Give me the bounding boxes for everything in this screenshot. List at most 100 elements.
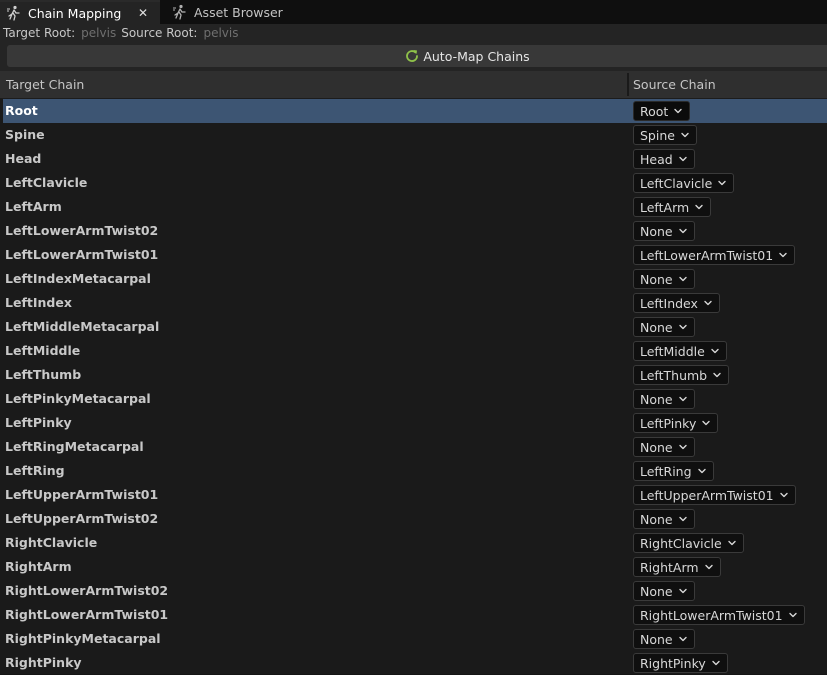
source-chain-dropdown[interactable]: LeftMiddle (633, 341, 727, 361)
source-chain-dropdown[interactable]: None (633, 509, 695, 529)
tab-asset-browser[interactable]: Asset Browser (166, 0, 306, 24)
tab-asset-browser-label: Asset Browser (194, 4, 283, 20)
table-row[interactable]: RightClavicle RightClavicle (3, 531, 827, 555)
table-row[interactable]: Root Root (3, 99, 827, 123)
target-chain-name: RightPinkyMetacarpal (5, 631, 161, 646)
source-chain-value: None (640, 439, 673, 455)
target-root-label: Target Root: (3, 26, 76, 40)
table-row[interactable]: LeftRing LeftRing (3, 459, 827, 483)
target-chain-name: LeftLowerArmTwist01 (5, 247, 159, 262)
target-chain-name: Root (5, 103, 38, 118)
source-chain-value: None (640, 223, 673, 239)
source-chain-dropdown[interactable]: RightClavicle (633, 533, 744, 553)
table-row[interactable]: LeftClavicle LeftClavicle (3, 171, 827, 195)
table-row[interactable]: LeftLowerArmTwist01 LeftLowerArmTwist01 (3, 243, 827, 267)
chevron-down-icon (704, 564, 713, 570)
source-chain-dropdown[interactable]: LeftClavicle (633, 173, 735, 193)
table-row[interactable]: LeftLowerArmTwist02 None (3, 219, 827, 243)
source-chain-value: RightPinky (640, 655, 706, 671)
table-row[interactable]: LeftRingMetacarpal None (3, 435, 827, 459)
table-row[interactable]: LeftIndexMetacarpal None (3, 267, 827, 291)
chevron-down-icon (678, 588, 687, 594)
auto-map-chains-label: Auto-Map Chains (423, 48, 530, 64)
target-chain-name: LeftLowerArmTwist02 (5, 223, 159, 238)
target-chain-name: LeftThumb (5, 367, 82, 382)
source-chain-dropdown[interactable]: None (633, 317, 695, 337)
tab-chain-mapping[interactable]: Chain Mapping ✕ (0, 0, 160, 24)
target-chain-column-header[interactable]: Target Chain (6, 77, 84, 92)
table-row[interactable]: RightArm RightArm (3, 555, 827, 579)
source-chain-dropdown[interactable]: None (633, 389, 695, 409)
source-chain-value: LeftThumb (640, 367, 708, 383)
source-chain-value: None (640, 631, 673, 647)
target-chain-name: LeftRing (5, 463, 65, 478)
target-chain-name: RightArm (5, 559, 72, 574)
source-chain-value: None (640, 319, 673, 335)
source-chain-dropdown[interactable]: Spine (633, 125, 697, 145)
target-chain-name: LeftClavicle (5, 175, 88, 190)
table-row[interactable]: LeftMiddleMetacarpal None (3, 315, 827, 339)
target-chain-name: LeftMiddleMetacarpal (5, 319, 160, 334)
target-chain-name: RightLowerArmTwist01 (5, 607, 169, 622)
source-chain-dropdown[interactable]: LeftPinky (633, 413, 719, 433)
root-info-bar: Target Root: pelvis Source Root: pelvis (0, 24, 827, 42)
table-row[interactable]: LeftArm LeftArm (3, 195, 827, 219)
source-chain-dropdown[interactable]: LeftIndex (633, 293, 720, 313)
target-chain-name: LeftUpperArmTwist01 (5, 487, 159, 502)
table-row[interactable]: LeftUpperArmTwist01 LeftUpperArmTwist01 (3, 483, 827, 507)
table-row[interactable]: RightLowerArmTwist01 RightLowerArmTwist01 (3, 603, 827, 627)
source-chain-dropdown[interactable]: Root (633, 101, 691, 121)
source-chain-dropdown[interactable]: None (633, 581, 695, 601)
source-chain-value: LeftUpperArmTwist01 (640, 487, 774, 503)
table-row[interactable]: RightPinky RightPinky (3, 651, 827, 675)
close-icon[interactable]: ✕ (138, 6, 148, 20)
table-row[interactable]: LeftUpperArmTwist02 None (3, 507, 827, 531)
source-chain-dropdown[interactable]: LeftArm (633, 197, 712, 217)
source-chain-value: RightClavicle (640, 535, 722, 551)
chevron-down-icon (678, 156, 687, 162)
source-chain-dropdown[interactable]: None (633, 269, 695, 289)
chevron-down-icon (681, 132, 689, 138)
target-chain-name: LeftRingMetacarpal (5, 439, 144, 454)
source-chain-dropdown[interactable]: None (633, 437, 695, 457)
source-chain-dropdown[interactable]: None (633, 221, 695, 241)
table-row[interactable]: Head Head (3, 147, 827, 171)
source-chain-dropdown[interactable]: None (633, 629, 695, 649)
table-row[interactable]: Spine Spine (3, 123, 827, 147)
source-chain-column-header[interactable]: Source Chain (633, 77, 716, 92)
table-row[interactable]: LeftIndex LeftIndex (3, 291, 827, 315)
source-root-label: Source Root: (121, 26, 198, 40)
source-chain-value: Root (640, 103, 669, 119)
source-chain-value: None (640, 391, 673, 407)
table-row[interactable]: RightLowerArmTwist02 None (3, 579, 827, 603)
chevron-down-icon (697, 468, 706, 474)
column-divider[interactable] (627, 73, 629, 96)
table-row[interactable]: RightPinkyMetacarpal None (3, 627, 827, 651)
source-chain-dropdown[interactable]: RightLowerArmTwist01 (633, 605, 805, 625)
source-chain-value: LeftRing (640, 463, 692, 479)
source-chain-dropdown[interactable]: RightArm (633, 557, 721, 577)
target-chain-name: LeftUpperArmTwist02 (5, 511, 159, 526)
chevron-down-icon (779, 492, 788, 498)
auto-map-chains-button[interactable]: Auto-Map Chains (7, 45, 827, 67)
chevron-down-icon (712, 660, 720, 666)
table-row[interactable]: LeftMiddle LeftMiddle (3, 339, 827, 363)
target-chain-name: Spine (5, 127, 45, 142)
source-chain-dropdown[interactable]: LeftRing (633, 461, 714, 481)
source-chain-dropdown[interactable]: LeftUpperArmTwist01 (633, 485, 796, 505)
table-row[interactable]: LeftPinkyMetacarpal None (3, 387, 827, 411)
table-header: Target Chain Source Chain (0, 71, 827, 99)
chevron-down-icon (695, 204, 703, 210)
source-chain-dropdown[interactable]: LeftThumb (633, 365, 730, 385)
target-chain-name: LeftMiddle (5, 343, 81, 358)
source-chain-value: LeftArm (640, 199, 690, 215)
table-row[interactable]: LeftThumb LeftThumb (3, 363, 827, 387)
chevron-down-icon (678, 396, 687, 402)
source-chain-dropdown[interactable]: Head (633, 149, 695, 169)
chevron-down-icon (713, 372, 721, 378)
chevron-down-icon (678, 276, 687, 282)
source-chain-dropdown[interactable]: LeftLowerArmTwist01 (633, 245, 796, 265)
source-chain-dropdown[interactable]: RightPinky (633, 653, 728, 673)
table-row[interactable]: LeftPinky LeftPinky (3, 411, 827, 435)
chevron-down-icon (678, 516, 687, 522)
